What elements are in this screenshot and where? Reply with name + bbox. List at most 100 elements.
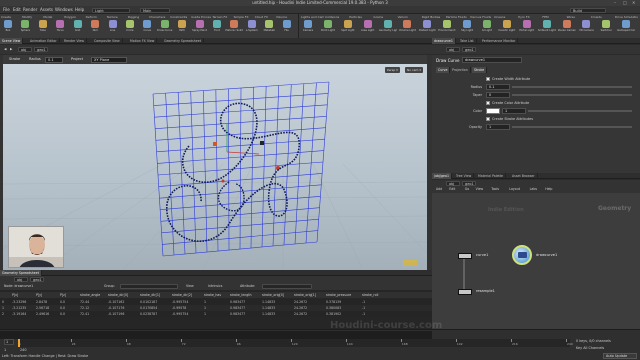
end-frame-field[interactable]: 240: [20, 348, 26, 352]
minimize-button[interactable]: –: [614, 1, 618, 5]
shelf-tool[interactable]: Metaball: [263, 20, 275, 36]
shelf-tab[interactable]: Crowds: [590, 15, 614, 19]
column-header[interactable]: P[z]: [60, 293, 78, 297]
column-header[interactable]: stroke_dir[0]: [108, 293, 138, 297]
right-desktop-selector[interactable]: Build: [570, 7, 606, 13]
shelf-tool[interactable]: Environment Light: [438, 20, 456, 36]
tab-take-list[interactable]: Take List: [458, 38, 477, 44]
shelf-tool[interactable]: Spray Paint: [192, 20, 207, 36]
network-menu-item[interactable]: Layout: [509, 186, 520, 193]
network-menu-item[interactable]: Labs: [530, 186, 537, 193]
shelf-tool[interactable]: Switcher: [600, 20, 612, 36]
intrinsics-label[interactable]: Intrinsics: [208, 283, 222, 290]
shelf-tool[interactable]: Curve: [141, 20, 153, 36]
column-header[interactable]: stroke_roll: [362, 293, 388, 297]
create-color-checkbox[interactable]: [486, 101, 490, 105]
shelf-tab[interactable]: Pyro FX: [517, 15, 541, 19]
param-tab-curve[interactable]: Curve: [436, 67, 451, 73]
radius-slider[interactable]: [512, 86, 632, 88]
column-header[interactable]: P[y]: [36, 293, 58, 297]
shelf-tab[interactable]: Guide Process: [190, 15, 211, 19]
color-swatch[interactable]: [486, 108, 500, 114]
tab-asset-browser[interactable]: Asset Browser: [510, 173, 538, 179]
menu-windows[interactable]: Windows: [55, 6, 73, 14]
path-obj[interactable]: obj: [18, 47, 32, 52]
network-menu-item[interactable]: Tools: [491, 186, 499, 193]
frame-ruler[interactable]: 1 24 48 72 96 120 144 168 192 216 240: [18, 339, 573, 347]
scene-viewport[interactable]: Persp ▾ No cam ▾: [3, 64, 427, 270]
close-button[interactable]: ✕: [632, 1, 636, 5]
column-header[interactable]: stroke_has: [204, 293, 228, 297]
tab-drawcurve1[interactable]: drawcurve1: [432, 38, 456, 44]
view-label[interactable]: View: [186, 283, 194, 290]
shelf-tool[interactable]: Platonic Solids: [225, 20, 243, 36]
taper-param-field[interactable]: 0: [486, 92, 510, 98]
shelf-tab[interactable]: Viscous Fluids: [469, 15, 493, 19]
menu-assets[interactable]: Assets: [40, 6, 53, 14]
tab-animation-editor[interactable]: Animation Editor: [28, 38, 60, 44]
sheet-path-obj[interactable]: obj: [14, 277, 28, 282]
color-param-field[interactable]: 1: [502, 108, 526, 114]
column-header[interactable]: stroke_orig[1]: [294, 293, 324, 297]
shelf-tool[interactable]: Ambient Light: [538, 20, 556, 36]
taper-slider[interactable]: [512, 94, 632, 96]
tab-motion-fx-view[interactable]: Motion FX View: [128, 38, 158, 44]
create-stroke-checkbox[interactable]: [486, 117, 490, 121]
viewport-scene[interactable]: [3, 64, 427, 270]
node-curve1[interactable]: [458, 253, 472, 259]
menu-file[interactable]: File: [3, 6, 10, 14]
shelf-tool[interactable]: Box: [2, 20, 14, 36]
net-path-obj[interactable]: obj: [446, 180, 460, 186]
tab-composite-view[interactable]: Composite View: [92, 38, 123, 44]
tab-scene-view[interactable]: Scene View: [0, 38, 24, 44]
playhead[interactable]: [18, 339, 20, 347]
camera-button[interactable]: No cam ▾: [405, 67, 423, 73]
shelf-tool[interactable]: Sphere: [19, 20, 31, 36]
persp-button[interactable]: Persp ▾: [385, 67, 400, 73]
shelf-tool[interactable]: Sky Light: [461, 20, 473, 36]
desktop-selector[interactable]: Light: [92, 7, 130, 13]
shelf-tool[interactable]: Portal Light: [519, 20, 534, 36]
shelf-tab[interactable]: Constraints: [169, 15, 190, 19]
menu-render[interactable]: Render: [23, 6, 37, 14]
right-path-obj[interactable]: obj: [446, 47, 460, 52]
shelf-tool[interactable]: Point Light: [321, 20, 335, 36]
node-name-field[interactable]: drawcurve1: [462, 57, 522, 63]
shelf-tab[interactable]: Oceans: [493, 15, 517, 19]
path-geo1[interactable]: geo1: [34, 47, 48, 52]
forward-icon[interactable]: ▶: [10, 46, 12, 53]
shelf-tab[interactable]: Collisions: [324, 15, 348, 19]
column-header[interactable]: stroke_pressure: [326, 293, 360, 297]
opacity-param-field[interactable]: 1: [486, 124, 510, 130]
node-resample1[interactable]: [458, 289, 472, 295]
tab-render-view[interactable]: Render View: [62, 38, 87, 44]
radius-param-field[interactable]: 0.1: [486, 84, 510, 90]
tab-geometry-spreadsheet[interactable]: Geometry Spreadsheet: [162, 38, 204, 44]
shelf-tool[interactable]: Draw Curve: [157, 20, 172, 36]
shelf-tool[interactable]: Stereo Camera: [558, 20, 576, 36]
back-icon[interactable]: ◀: [4, 46, 6, 53]
table-row[interactable]: 2 -3.19164 2.49616 0.0 72.41 -0.107196 0.02387…: [0, 311, 432, 317]
shelf-tool[interactable]: Path: [176, 20, 188, 36]
tab-material-palette[interactable]: Material Palette: [476, 173, 507, 179]
network-menu-item[interactable]: Go: [465, 186, 469, 193]
shelf-tool[interactable]: Distant Light: [419, 20, 436, 36]
opacity-slider[interactable]: [512, 126, 632, 128]
shelf-tab[interactable]: Simple FX: [233, 15, 254, 19]
shelf-tab[interactable]: Lights and Cameras: [300, 15, 324, 19]
shelf-tool[interactable]: Line: [107, 20, 119, 36]
group-field[interactable]: [120, 284, 178, 289]
shelf-tab[interactable]: Particle Fluids: [445, 15, 469, 19]
shelf-tab[interactable]: Vellum: [397, 15, 421, 19]
shelf-tab[interactable]: Deform: [85, 15, 106, 19]
tab-performance-monitor[interactable]: Performance Monitor: [480, 38, 519, 44]
network-menu-item[interactable]: Add: [436, 186, 442, 193]
shelf-tab[interactable]: Texture: [106, 15, 127, 19]
column-header[interactable]: P[x]: [12, 293, 34, 297]
key-all-button[interactable]: Key All Channels: [576, 346, 604, 350]
network-editor[interactable]: Indie Edition Geometry curve1 drawcurve1…: [432, 193, 640, 329]
shelf-tool[interactable]: Null: [89, 20, 101, 36]
shelf-tab[interactable]: FEM: [541, 15, 565, 19]
shelf-tool[interactable]: Grid: [72, 20, 84, 36]
shelf-tab[interactable]: Drive Simulation: [614, 15, 638, 19]
